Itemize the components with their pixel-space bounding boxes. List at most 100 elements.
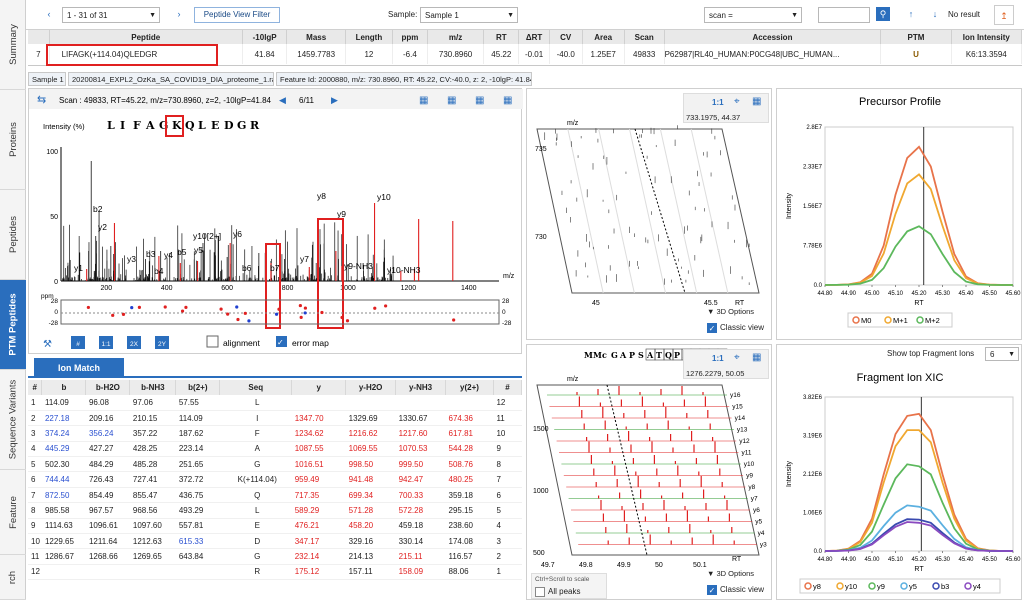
precursor-3d-view[interactable]: m/z 735 730 45 45.5 RT	[527, 89, 773, 341]
search-icon[interactable]: ⚲	[876, 7, 890, 21]
3d-options-toggle[interactable]: ▼ 3D Options	[707, 569, 754, 578]
file-tab-sample[interactable]: Sample 1	[28, 72, 66, 86]
image-icon[interactable]: ▦	[752, 96, 761, 107]
tab-proteins[interactable]: Proteins	[0, 90, 26, 190]
tab-feature[interactable]: Feature	[0, 470, 26, 555]
ion-label: b2	[93, 204, 103, 214]
arrow-up-icon[interactable]: ↑	[904, 7, 918, 21]
col-header-y-nh3[interactable]: y-NH3	[395, 380, 447, 395]
table-row[interactable]: 11 1286.67 1268.66 1269.65 643.84 G 232.14 214.…	[28, 548, 522, 565]
export-icon[interactable]: ↥	[994, 5, 1014, 25]
next-page-icon[interactable]: ›	[172, 7, 186, 21]
all-peaks-toggle[interactable]: All peaks	[535, 587, 580, 597]
col-header-10lgp[interactable]: -10lgP	[242, 30, 288, 44]
table-row[interactable]: 10 1229.65 1211.64 1212.63 615.33 D 347.17 329.…	[28, 533, 522, 550]
col-header-seq[interactable]: Seq	[219, 380, 293, 395]
col-header-ptm[interactable]: PTM	[880, 30, 952, 44]
legend-label: y4	[973, 582, 981, 591]
scan-input[interactable]	[818, 7, 870, 23]
classic-view-checkbox[interactable]: ✓ Classic view	[707, 323, 764, 333]
classic-view-checkbox[interactable]: ✓ Classic view	[707, 585, 764, 595]
table-row[interactable]: 4 445.29 427.27 428.25 223.14 A 1087.55 1069.55…	[28, 441, 522, 458]
col-header-index[interactable]	[28, 30, 50, 44]
3d-options-toggle[interactable]: ▼ 3D Options	[707, 307, 754, 316]
col-header-col[interactable]: #	[28, 380, 43, 395]
table-row[interactable]: 8 985.58 967.57 968.56 493.29 L 589.29 571.28 57…	[28, 502, 522, 519]
ion-label: y10	[744, 461, 755, 468]
col-header-b-nh3[interactable]: b-NH3	[129, 380, 177, 395]
cell-y-h2o: 998.50	[345, 456, 396, 473]
sample-select[interactable]: Sample 1 ▼	[420, 7, 518, 23]
col-header-rt[interactable]: ΔRT	[518, 30, 550, 44]
peptide-view-filter-button[interactable]: Peptide View Filter	[194, 7, 280, 23]
tab-peptides[interactable]: Peptides	[0, 190, 26, 280]
x-tick: 45.50	[982, 291, 998, 297]
scan-filter-select[interactable]: scan = ▼	[704, 7, 802, 23]
y-tick: 0.0	[814, 549, 823, 555]
col-header-ppm[interactable]: ppm	[392, 30, 428, 44]
prev-page-icon[interactable]: ‹	[42, 7, 56, 21]
cell-b-h2o: 484.29	[85, 456, 130, 473]
col-header-rt[interactable]: RT	[483, 30, 520, 44]
cell-col: 9	[493, 441, 522, 458]
tab-sequence-variants[interactable]: Sequence Variants	[0, 370, 26, 470]
col-header-ion-intensity[interactable]: Ion Intensity	[951, 30, 1023, 44]
cell-y-2: 544.28	[445, 441, 494, 458]
cell-b-2: 643.84	[175, 548, 220, 565]
x-tick: 49.8	[579, 562, 593, 569]
fragment-xic-chart[interactable]: Fragment Ion XIC 0.0 1.06E6 2.12E6 3.19E6 3.8…	[777, 345, 1023, 601]
col-header-length[interactable]: Length	[345, 30, 393, 44]
spectrum-chart[interactable]: ⇆ Scan : 49833, RT=45.22, m/z=730.8960, z…	[29, 89, 523, 355]
col-header-area[interactable]: Area	[582, 30, 625, 44]
zoom-ratio[interactable]: 1:1	[712, 354, 724, 363]
col-header-col[interactable]: #	[493, 380, 523, 395]
tab-ptm-peptides[interactable]: PTM Peptides	[0, 280, 26, 370]
table-row[interactable]: 9 1114.63 1096.61 1097.60 557.81 E 476.21 458.2…	[28, 518, 522, 535]
cell-y-2: 238.60	[445, 518, 494, 535]
error-point	[303, 311, 307, 315]
precursor-profile-chart[interactable]: Precursor Profile 0.0 7.78E6 1.56E7 2.33E7 2.…	[777, 89, 1023, 341]
col-header-scan[interactable]: Scan	[624, 30, 665, 44]
col-header-b-h2o[interactable]: b-H2O	[85, 380, 131, 395]
crosshair-icon[interactable]: ⌖	[734, 96, 740, 107]
ion-label: y1	[74, 263, 83, 273]
col-header-cv[interactable]: CV	[549, 30, 583, 44]
cell-col: 1	[493, 564, 522, 581]
table-row[interactable]: 3 374.24 356.24 357.22 187.62 F 1234.62 1216.62…	[28, 425, 522, 442]
table-row[interactable]: 7 872.50 854.49 855.47 436.75 Q 717.35 699.34 70…	[28, 487, 522, 504]
col-header-b-2[interactable]: b(2+)	[175, 380, 221, 395]
table-row[interactable]: 12 R 175.12 157.11 158.09 88.06 1	[28, 564, 522, 581]
col-header-y-2[interactable]: y(2+)	[445, 380, 494, 395]
chart-title: Precursor Profile	[859, 96, 941, 108]
cell-col: 12	[493, 395, 522, 411]
table-row[interactable]: 5 502.30 484.29 485.28 251.65 G 1016.51 998.50 9…	[28, 456, 522, 473]
cursor-readout: 1276.2279, 50.05	[686, 369, 745, 378]
table-row[interactable]: 6 744.44 726.43 727.41 372.72 K(+114.04) 959.4…	[28, 471, 522, 488]
col-header-y-h2o[interactable]: y-H2O	[345, 380, 397, 395]
x-tick: 45	[592, 300, 600, 307]
crosshair-icon[interactable]: ⌖	[734, 352, 740, 363]
zoom-ratio[interactable]: 1:1	[712, 98, 724, 107]
cell-col: 11	[28, 548, 42, 565]
image-icon[interactable]: ▦	[752, 352, 761, 363]
table-row[interactable]: 2 227.18 209.16 210.15 114.09 I 1347.70 1329.69…	[28, 410, 522, 427]
file-tab-raw[interactable]: 20200814_EXPL2_OzKa_SA_COVID19_DIA_prote…	[68, 72, 274, 86]
toolbar-button-label: 2Y	[158, 341, 167, 348]
ion-match-tab[interactable]: Ion Match	[34, 358, 124, 378]
col-header-accession[interactable]: Accession	[664, 30, 882, 44]
col-header-m-z[interactable]: m/z	[427, 30, 485, 44]
col-header-y[interactable]: y	[291, 380, 347, 395]
arrow-down-icon[interactable]: ↓	[928, 7, 942, 21]
col-header-b[interactable]: b	[41, 380, 87, 395]
peptide-highlight-box	[46, 44, 218, 66]
fragment-3d-view[interactable]: MMcGAPSATQPATAETm/z1500100050049.749.849…	[527, 345, 773, 601]
show-top-select[interactable]: 6 ▼	[985, 347, 1019, 361]
file-tab-feature[interactable]: Feature Id: 2000880, m/z: 730.8960, RT: …	[276, 72, 532, 86]
series-y8	[824, 412, 1013, 552]
col-header-peptide[interactable]: Peptide	[49, 30, 243, 44]
col-header-mass[interactable]: Mass	[286, 30, 346, 44]
tab-summary[interactable]: Summary	[0, 0, 26, 90]
table-row[interactable]: 1 114.09 96.08 97.06 57.55 L 12	[28, 395, 522, 411]
tab-search[interactable]: rch	[0, 555, 26, 600]
page-range-select[interactable]: 1 - 31 of 31 ▼	[62, 7, 160, 23]
